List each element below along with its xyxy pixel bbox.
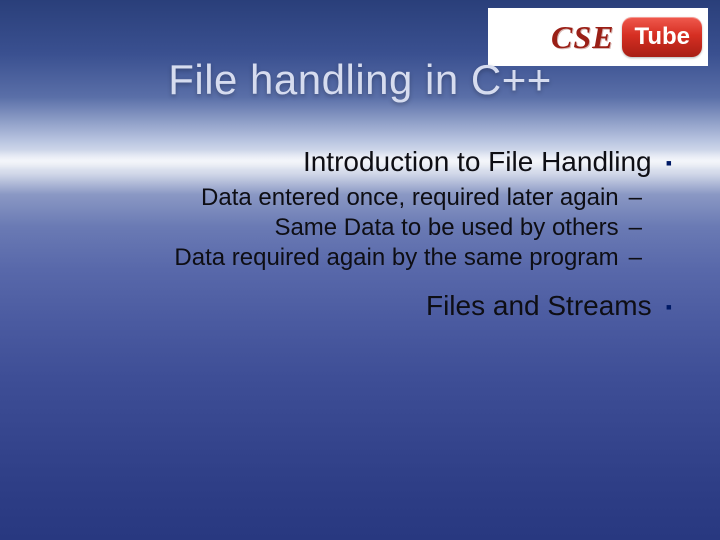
list-item-text: Same Data to be used by others	[274, 214, 618, 242]
dash-bullet-icon: –	[629, 244, 642, 272]
dash-bullet-icon: –	[629, 184, 642, 212]
list-item: Data entered once, required later again …	[40, 184, 672, 212]
logo-tube-badge: Tube	[622, 17, 702, 57]
dash-bullet-icon: –	[629, 214, 642, 242]
slide-content: Introduction to File Handling ▪ Data ent…	[40, 140, 672, 328]
list-item: Same Data to be used by others –	[40, 214, 672, 242]
section-heading-intro: Introduction to File Handling ▪	[40, 146, 672, 178]
section-heading-files-streams: Files and Streams ▪	[40, 290, 672, 322]
list-item-text: Data entered once, required later again	[201, 184, 619, 212]
list-item: Data required again by the same program …	[40, 244, 672, 272]
square-bullet-icon: ▪	[666, 298, 672, 316]
logo-cse-text: CSE	[498, 19, 614, 56]
section-heading-text: Introduction to File Handling	[303, 146, 652, 178]
section-heading-text: Files and Streams	[426, 290, 652, 322]
list-item-text: Data required again by the same program	[174, 244, 618, 272]
slide-title: File handling in C++	[0, 56, 720, 104]
square-bullet-icon: ▪	[666, 154, 672, 172]
